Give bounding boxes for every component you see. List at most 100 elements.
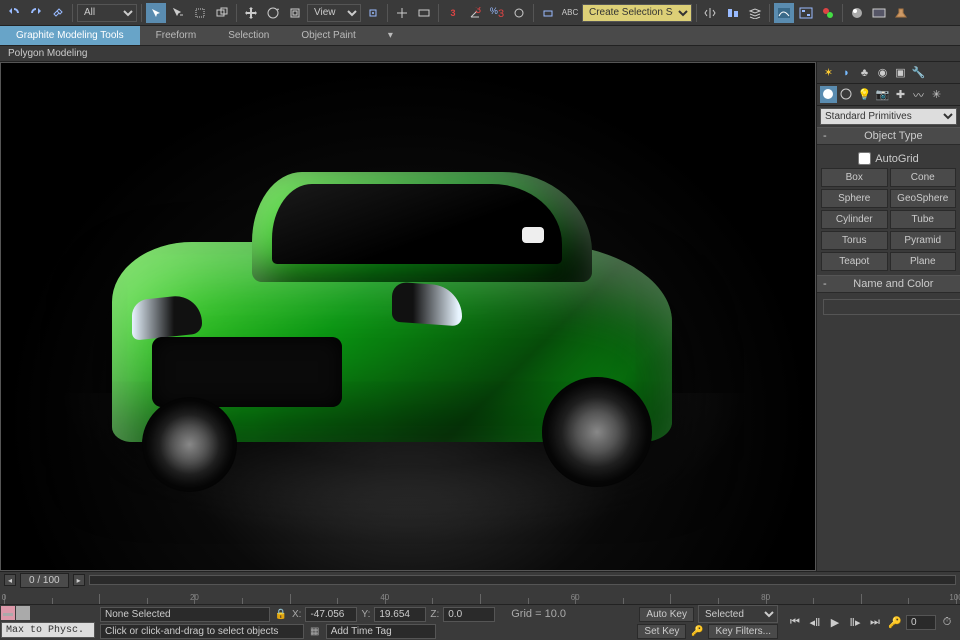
lock-icon[interactable]: 🔒 [274,607,288,621]
layers-icon[interactable] [745,3,765,23]
mirror-icon[interactable] [701,3,721,23]
spinner-snap-icon[interactable] [509,3,529,23]
link-icon[interactable] [48,3,68,23]
render-icon[interactable] [891,3,911,23]
rollout-name-color[interactable]: -Name and Color [817,275,960,293]
cameras-icon[interactable]: 📷 [874,86,891,103]
sphere-button[interactable]: Sphere [821,189,888,208]
pivot-icon[interactable] [363,3,383,23]
modify-tab-icon[interactable]: ◗ [838,64,855,81]
tab-freeform[interactable]: Freeform [140,26,213,45]
snap-icon[interactable]: 3 [443,3,463,23]
percent-snap-icon[interactable]: %3 [487,3,507,23]
goto-end-icon[interactable]: ⏭ [866,614,884,632]
prev-key-icon[interactable]: ◂ [4,574,16,586]
tube-button[interactable]: Tube [890,210,957,229]
selection-filter-dropdown[interactable]: All [77,4,137,22]
isolate-icon[interactable]: ▦ [308,625,322,639]
box-button[interactable]: Box [821,168,888,187]
redo-icon[interactable] [26,3,46,23]
key-filters-button[interactable]: Key Filters... [708,624,778,639]
select-by-name-icon[interactable] [168,3,188,23]
viewport[interactable] [0,62,816,571]
rotate-icon[interactable] [263,3,283,23]
tab-graphite-modeling[interactable]: Graphite Modeling Tools [0,26,140,45]
angle-snap-icon[interactable]: 3 [465,3,485,23]
auto-key-button[interactable]: Auto Key [639,607,694,622]
motion-tab-icon[interactable]: ◉ [874,64,891,81]
window-crossing-icon[interactable] [212,3,232,23]
edit-named-sel-icon[interactable]: ABC [560,3,580,23]
move-icon[interactable] [241,3,261,23]
y-coord[interactable]: 19.654 [374,607,426,622]
time-slider-track[interactable] [89,575,956,585]
y-label: Y: [361,609,370,620]
ribbon-dropdown-icon[interactable]: ▾ [372,26,409,45]
geometry-icon[interactable] [820,86,837,103]
z-coord[interactable]: 0.0 [443,607,495,622]
align-icon[interactable] [723,3,743,23]
command-panel: ✶ ◗ ♣ ◉ ▣ 🔧 💡 📷 ✚ 〰 ✳ Standard Primitive… [816,62,960,571]
geosphere-button[interactable]: GeoSphere [890,189,957,208]
goto-start-icon[interactable]: ⏮ [786,614,804,632]
maxscript-mini-icon[interactable]: ▬ [1,606,15,620]
render-frame-icon[interactable] [869,3,889,23]
torus-button[interactable]: Torus [821,231,888,250]
svg-text:3: 3 [475,7,481,16]
key-icon[interactable]: 🔑 [690,625,704,639]
next-frame-icon[interactable]: Ⅱ▸ [846,614,864,632]
cylinder-button[interactable]: Cylinder [821,210,888,229]
ref-coord-dropdown[interactable]: View [307,4,361,22]
teapot-button[interactable]: Teapot [821,252,888,271]
plane-button[interactable]: Plane [890,252,957,271]
scale-icon[interactable] [285,3,305,23]
material-editor-icon[interactable] [818,3,838,23]
curve-editor-icon[interactable] [774,3,794,23]
selection-set-dropdown[interactable]: Create Selection Se [582,4,692,22]
systems-icon[interactable]: ✳ [928,86,945,103]
set-key-button[interactable]: Set Key [637,624,686,639]
key-mode-dropdown[interactable]: Selected [698,605,778,623]
object-name-input[interactable] [823,299,960,315]
helpers-icon[interactable]: ✚ [892,86,909,103]
time-ruler[interactable]: 020406080100 [4,588,956,604]
manipulate-icon[interactable] [392,3,412,23]
add-time-tag[interactable]: Add Time Tag [326,624,436,639]
tab-object-paint[interactable]: Object Paint [285,26,371,45]
listener-icon[interactable]: ▬ [16,606,30,620]
autogrid-checkbox[interactable] [858,152,871,165]
keyboard-shortcut-icon[interactable] [414,3,434,23]
prev-frame-icon[interactable]: ◂Ⅱ [806,614,824,632]
render-setup-icon[interactable] [847,3,867,23]
x-coord[interactable]: -47.056 [305,607,357,622]
create-tab-icon[interactable]: ✶ [820,64,837,81]
select-object-icon[interactable] [146,3,166,23]
display-tab-icon[interactable]: ▣ [892,64,909,81]
utilities-tab-icon[interactable]: 🔧 [910,64,927,81]
cone-button[interactable]: Cone [890,168,957,187]
shapes-icon[interactable] [838,86,855,103]
play-icon[interactable]: ▶ [826,614,844,632]
main-toolbar: All View 3 3 %3 ABC Create Selection Se [0,0,960,26]
next-key-icon[interactable]: ▸ [73,574,85,586]
maxscript-listener-input[interactable] [1,622,95,638]
car-model [112,242,672,442]
geometry-category-dropdown[interactable]: Standard Primitives [820,108,957,125]
hierarchy-tab-icon[interactable]: ♣ [856,64,873,81]
rollout-object-type[interactable]: -Object Type [817,127,960,145]
autogrid-label: AutoGrid [875,153,918,165]
named-sel-icon[interactable] [538,3,558,23]
ribbon-tabs: Graphite Modeling Tools Freeform Selecti… [0,26,960,46]
pyramid-button[interactable]: Pyramid [890,231,957,250]
timeline: ◂ 0 / 100 ▸ 020406080100 [0,571,960,604]
schematic-view-icon[interactable] [796,3,816,23]
current-frame-input[interactable]: 0 [906,615,936,630]
key-mode-toggle-icon[interactable]: 🔑 [886,614,904,632]
spacewarps-icon[interactable]: 〰 [910,86,927,103]
time-config-icon[interactable]: ⏱ [938,614,956,632]
tab-selection[interactable]: Selection [212,26,285,45]
lights-icon[interactable]: 💡 [856,86,873,103]
ribbon-subpanel[interactable]: Polygon Modeling [0,46,960,62]
undo-icon[interactable] [4,3,24,23]
rectangle-region-icon[interactable] [190,3,210,23]
